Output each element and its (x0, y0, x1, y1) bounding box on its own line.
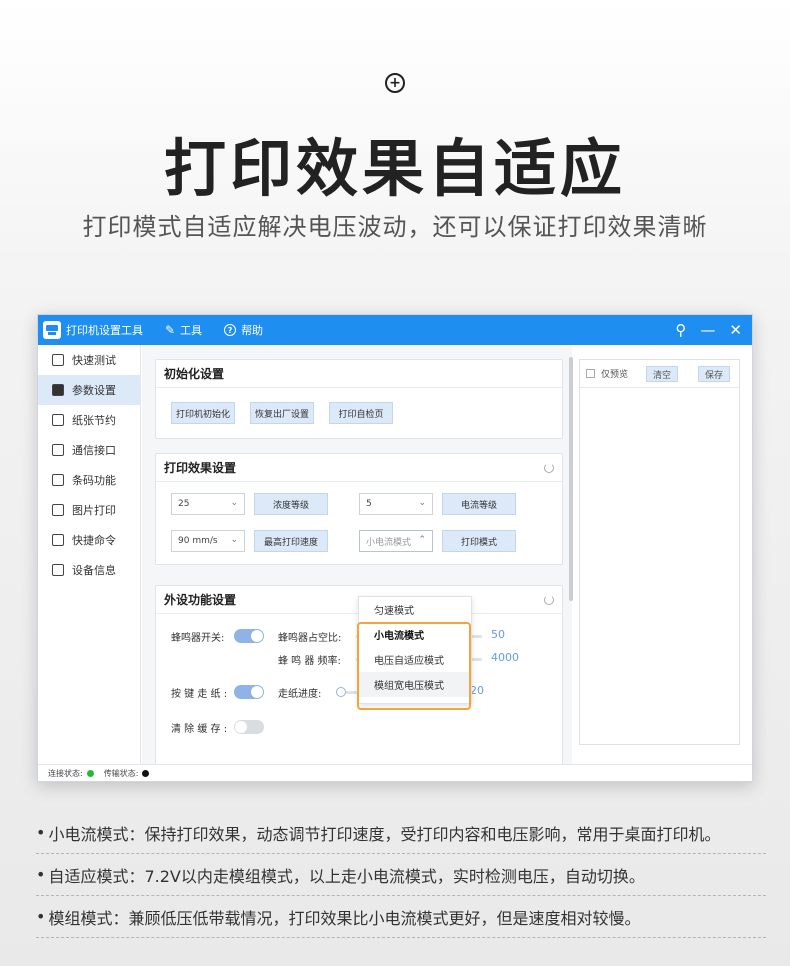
image-print-icon (52, 504, 64, 516)
scrollbar[interactable] (569, 357, 573, 601)
feed-progress-label: 走纸进度: (278, 689, 322, 700)
barcode-icon (52, 474, 64, 486)
status-bar: 连接状态: 传输状态: (38, 764, 752, 781)
chevron-down-icon: ⌄ (230, 535, 238, 545)
settings-content: 初始化设置 打印机初始化 恢复出厂设置 打印自检页 打印效果设置 25 ⌄ 浓度等… (142, 345, 572, 764)
feed-progress-value: 20 (470, 684, 484, 697)
mode-option-uniform[interactable]: 匀速模式 (359, 597, 471, 622)
chevron-down-icon: ⌄ (418, 498, 426, 508)
freq-label: 蜂 鸣 器 频率: (278, 656, 341, 667)
app-name: 打印机设置工具 (66, 324, 143, 337)
clear-cache-label: 清 除 缓 存 : (171, 724, 228, 735)
interface-icon (52, 444, 64, 456)
init-panel: 初始化设置 打印机初始化 恢复出厂设置 打印自检页 (155, 359, 563, 439)
sidebar-item-label: 快速测试 (72, 354, 116, 367)
sidebar-item-device-info[interactable]: 设备信息 (38, 555, 140, 585)
printer-logo-icon (43, 321, 61, 339)
list-item: • 自适应模式：7.2V以内走模组模式，以上走小电流模式，实时检测电压，自动切换… (36, 854, 766, 896)
sidebar-item-image-print[interactable]: 图片打印 (38, 495, 140, 525)
sidebar-item-label: 设备信息 (72, 564, 116, 577)
sidebar-item-label: 参数设置 (72, 384, 116, 397)
title-bar: 打印机设置工具 ✎ 工具 ? 帮助 ⚲ — ✕ (38, 315, 752, 345)
self-test-button[interactable]: 打印自检页 (329, 402, 393, 424)
chevron-up-icon: ⌃ (418, 535, 426, 545)
plus-circle-icon: + (385, 73, 405, 93)
key-feed-label: 按 键 走 纸 : (171, 689, 228, 700)
print-mode-dropdown: 匀速模式 小电流模式 电压自适应模式 模组宽电压模式 (358, 596, 472, 704)
minimize-icon[interactable]: — (700, 321, 715, 339)
sidebar-item-label: 条码功能 (72, 474, 116, 487)
clear-button[interactable]: 清空 (646, 366, 679, 382)
preview-only-checkbox[interactable] (586, 369, 595, 378)
transfer-status-dot (142, 769, 150, 777)
speed-select[interactable]: 90 mm/s ⌄ (171, 530, 245, 552)
preview-only-label: 仅预览 (601, 370, 629, 380)
duty-label: 蜂鸣器占空比: (278, 633, 342, 644)
help-icon: ? (224, 324, 237, 336)
notes-list: • 小电流模式：保持打印效果，动态调节打印速度，受打印内容和电压影响，常用于桌面… (36, 812, 766, 938)
sidebar-item-label: 快捷命令 (72, 534, 116, 547)
density-button[interactable]: 浓度等级 (254, 493, 328, 515)
sidebar-item-paper-save[interactable]: 纸张节约 (38, 405, 140, 435)
sidebar-item-parameters[interactable]: 参数设置 (38, 375, 140, 405)
buzzer-label: 蜂鸣器开关: (171, 633, 225, 644)
density-select[interactable]: 25 ⌄ (171, 493, 245, 515)
clear-cache-toggle[interactable] (234, 720, 264, 734)
external-panel-title: 外设功能设置 (164, 593, 237, 607)
sidebar-item-interface[interactable]: 通信接口 (38, 435, 140, 465)
sidebar-item-label: 通信接口 (72, 444, 116, 457)
mode-option-voltage-adaptive[interactable]: 电压自适应模式 (359, 647, 471, 672)
max-speed-button[interactable]: 最高打印速度 (254, 530, 328, 552)
sidebar-item-label: 图片打印 (72, 504, 116, 517)
parameters-icon (52, 384, 64, 396)
freq-value: 4000 (491, 651, 519, 664)
page-subtitle: 打印模式自适应解决电压波动，还可以保证打印效果清晰 (82, 213, 708, 241)
print-effect-panel: 打印效果设置 25 ⌄ 浓度等级 5 ⌄ 电流等级 90 mm/s ⌄ 最高打印速度 … (155, 453, 563, 565)
menu-help-label: 帮助 (241, 324, 264, 337)
app-window: 打印机设置工具 ✎ 工具 ? 帮助 ⚲ — ✕ 快速测试 参数设置 纸张节约 通… (37, 314, 753, 782)
refresh-icon[interactable] (544, 595, 554, 605)
tools-icon: ✎ (165, 323, 176, 337)
list-item: • 小电流模式：保持打印效果，动态调节打印速度，受打印内容和电压影响，常用于桌面… (36, 812, 766, 854)
menu-tools-label: 工具 (180, 324, 203, 337)
sidebar-item-shortcut[interactable]: 快捷命令 (38, 525, 140, 555)
pin-icon[interactable]: ⚲ (675, 321, 686, 339)
chevron-down-icon: ⌄ (230, 498, 238, 508)
page-title: 打印效果自适应 (163, 132, 626, 205)
init-panel-title: 初始化设置 (156, 360, 562, 388)
duty-value: 50 (491, 628, 505, 641)
mode-option-wide-voltage[interactable]: 模组宽电压模式 (359, 672, 471, 697)
device-info-icon (52, 564, 64, 576)
refresh-icon[interactable] (544, 463, 554, 473)
key-feed-toggle[interactable] (234, 685, 264, 699)
print-mode-select[interactable]: 小电流模式 ⌃ (359, 530, 433, 552)
menu-tools[interactable]: ✎ 工具 (165, 322, 202, 338)
connect-status-dot (86, 769, 94, 777)
printer-init-button[interactable]: 打印机初始化 (171, 402, 235, 424)
save-button[interactable]: 保存 (698, 366, 731, 382)
buzzer-toggle[interactable] (234, 629, 264, 643)
print-effect-panel-title: 打印效果设置 (164, 461, 237, 475)
current-button[interactable]: 电流等级 (442, 493, 516, 515)
paper-save-icon (52, 414, 64, 426)
factory-reset-button[interactable]: 恢复出厂设置 (250, 402, 314, 424)
sidebar-item-barcode[interactable]: 条码功能 (38, 465, 140, 495)
list-item: • 模组模式：兼顾低压低带载情况，打印效果比小电流模式更好，但是速度相对较慢。 (36, 896, 766, 938)
quick-test-icon (52, 354, 64, 366)
preview-panel: 仅预览 清空 保存 (579, 359, 740, 745)
shortcut-icon (52, 534, 64, 546)
menu-help[interactable]: ? 帮助 (224, 322, 263, 338)
connect-status-label: 连接状态: (48, 768, 83, 778)
mode-option-low-current[interactable]: 小电流模式 (359, 622, 471, 647)
sidebar-item-label: 纸张节约 (72, 414, 116, 427)
transfer-status-label: 传输状态: (103, 768, 139, 778)
current-select[interactable]: 5 ⌄ (359, 493, 433, 515)
sidebar: 快速测试 参数设置 纸张节约 通信接口 条码功能 图片打印 快捷命令 设备信息 (38, 345, 141, 764)
close-icon[interactable]: ✕ (729, 321, 742, 339)
feed-progress-thumb[interactable] (336, 687, 346, 697)
sidebar-item-quick-test[interactable]: 快速测试 (38, 345, 140, 375)
print-mode-button[interactable]: 打印模式 (442, 530, 516, 552)
